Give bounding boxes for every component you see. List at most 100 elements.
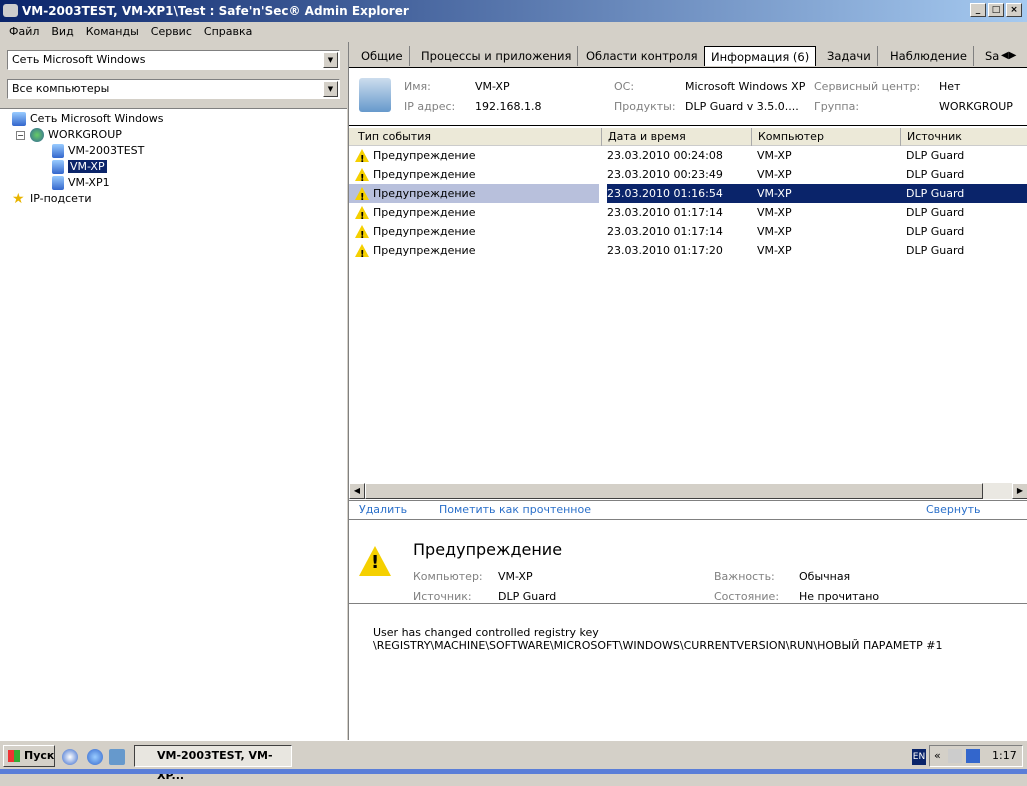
message-line: User has changed controlled registry key xyxy=(373,626,599,639)
cell-text: DLP Guard xyxy=(906,206,965,219)
cell-text: DLP Guard xyxy=(906,149,965,162)
table-cell: VM-XP xyxy=(757,165,792,184)
table-cell: VM-XP xyxy=(757,184,907,203)
computer-label: Компьютер: xyxy=(413,570,483,583)
menu-help[interactable]: Справка xyxy=(198,25,258,38)
language-indicator[interactable]: EN xyxy=(912,749,926,765)
scroll-right-button[interactable]: ▶ xyxy=(1012,483,1027,499)
action-bar: Удалить Пометить как прочтенное Свернуть xyxy=(349,500,1027,520)
table-row[interactable]: Предупреждение 23.03.2010 01:17:20 VM-XP DL… xyxy=(349,241,1027,264)
tree-node-computer[interactable]: VM-XP1 xyxy=(52,175,110,191)
menu-file[interactable]: Файл xyxy=(3,25,45,38)
delete-link[interactable]: Удалить xyxy=(359,501,407,519)
cell-text: Предупреждение xyxy=(373,149,476,162)
menu-commands[interactable]: Команды xyxy=(80,25,145,38)
clock[interactable]: 1:17 xyxy=(992,746,1017,766)
start-button[interactable]: Пуск xyxy=(3,745,55,767)
outlook-icon[interactable] xyxy=(109,749,125,765)
tab-general[interactable]: Общие xyxy=(355,46,410,66)
cell-text: 23.03.2010 01:17:14 xyxy=(607,206,723,219)
warning-icon xyxy=(355,243,369,264)
network-select[interactable]: Сеть Microsoft Windows ▼ xyxy=(7,50,340,70)
tree-node-network[interactable]: Сеть Microsoft Windows xyxy=(12,111,164,127)
table-cell: VM-XP xyxy=(757,146,792,165)
table-row[interactable]: Предупреждение 23.03.2010 01:17:14 VM-XP DL… xyxy=(349,222,1027,245)
horizontal-scrollbar[interactable]: ◀ ▶ xyxy=(349,483,1027,499)
close-button[interactable]: × xyxy=(1006,3,1022,17)
table-cell: VM-XP xyxy=(757,203,792,222)
table-row[interactable]: Предупреждение 23.03.2010 00:23:49 VM-XP DL… xyxy=(349,165,1027,188)
source-value: DLP Guard xyxy=(498,590,557,603)
menu-view[interactable]: Вид xyxy=(45,25,79,38)
app-tray-icon[interactable] xyxy=(948,749,962,763)
maximize-button[interactable]: □ xyxy=(988,3,1004,17)
column-header-source[interactable]: Источник xyxy=(900,128,962,146)
mark-read-link[interactable]: Пометить как прочтенное xyxy=(439,501,591,519)
internet-explorer-icon[interactable] xyxy=(87,749,103,765)
tree-label: WORKGROUP xyxy=(48,128,122,141)
warning-icon xyxy=(355,186,369,207)
tab-processes[interactable]: Процессы и приложения xyxy=(415,46,579,66)
state-label: Состояние: xyxy=(714,590,780,603)
tab-control-areas[interactable]: Области контроля xyxy=(580,46,705,66)
column-header-computer[interactable]: Компьютер xyxy=(751,128,824,146)
cell-text: DLP Guard xyxy=(906,187,965,200)
collapse-link[interactable]: Свернуть xyxy=(926,501,981,519)
cell-text: 23.03.2010 00:24:08 xyxy=(607,149,723,162)
app-icon xyxy=(3,4,18,17)
tree-node-computer-selected[interactable]: VM-XP xyxy=(52,159,107,175)
importance-value: Обычная xyxy=(799,570,851,583)
table-row[interactable]: Предупреждение 23.03.2010 00:24:08 VM-XP DL… xyxy=(349,146,1027,169)
table-cell: Предупреждение xyxy=(349,203,475,226)
group-value: WORKGROUP xyxy=(939,100,1013,113)
column-header-type[interactable]: Тип события xyxy=(349,128,431,146)
table-cell: Предупреждение xyxy=(349,165,475,188)
chevron-down-icon[interactable]: ▼ xyxy=(323,52,338,68)
table-row[interactable]: Предупреждение 23.03.2010 01:16:54 VM-XP DL… xyxy=(349,184,1027,207)
network-tray-icon[interactable] xyxy=(966,749,980,763)
computer-filter-select[interactable]: Все компьютеры ▼ xyxy=(7,79,340,99)
taskbar-window-item[interactable]: VM-2003TEST, VM-XP... xyxy=(134,745,292,782)
menu-service[interactable]: Сервис xyxy=(145,25,198,38)
table-cell: VM-XP xyxy=(757,222,792,241)
computer-filter-value: Все компьютеры xyxy=(12,82,110,95)
tab-information[interactable]: Информация (6) xyxy=(704,46,817,66)
scroll-left-button[interactable]: ◀ xyxy=(349,483,365,499)
cell-text: 23.03.2010 01:17:20 xyxy=(607,244,723,257)
tray-expand-button[interactable]: « xyxy=(934,746,941,766)
computer-icon xyxy=(52,160,64,174)
table-cell: Предупреждение xyxy=(349,241,476,264)
warning-icon xyxy=(355,224,369,245)
tree-node-subnets[interactable]: ★ IP-подсети xyxy=(12,191,92,207)
tab-scroll-arrows[interactable]: ◀▶ xyxy=(1001,50,1016,61)
table-cell: 23.03.2010 01:17:14 xyxy=(607,203,723,222)
tab-tasks[interactable]: Задачи xyxy=(821,46,878,66)
tree-node-workgroup[interactable]: − WORKGROUP xyxy=(16,127,122,143)
tree-node-computer[interactable]: VM-2003TEST xyxy=(52,143,144,159)
service-center-label: Сервисный центр: xyxy=(814,80,921,93)
media-player-icon[interactable] xyxy=(62,749,78,765)
chevron-down-icon[interactable]: ▼ xyxy=(323,81,338,97)
event-title: Предупреждение xyxy=(413,540,563,559)
products-label: Продукты: xyxy=(614,100,676,113)
window-title: VM-2003TEST, VM-XP1\Test : Safe'n'Sec® A… xyxy=(22,4,409,18)
cell-text: VM-XP xyxy=(757,187,792,200)
collapse-icon[interactable]: − xyxy=(16,131,25,140)
cell-text: 23.03.2010 01:17:14 xyxy=(607,225,723,238)
scroll-thumb[interactable] xyxy=(365,483,983,499)
cell-text: Предупреждение xyxy=(373,244,476,257)
warning-icon xyxy=(355,205,369,226)
name-value: VM-XP xyxy=(475,80,510,93)
network-select-value: Сеть Microsoft Windows xyxy=(12,53,146,66)
table-cell: 23.03.2010 01:17:14 xyxy=(607,222,723,241)
network-tree: Сеть Microsoft Windows − WORKGROUP VM-200… xyxy=(0,108,347,740)
column-header-datetime[interactable]: Дата и время xyxy=(601,128,686,146)
tab-monitoring[interactable]: Наблюдение xyxy=(884,46,974,66)
cell-text: VM-XP xyxy=(757,206,792,219)
system-tray: « 1:17 xyxy=(929,745,1023,767)
desktop-edge xyxy=(0,769,1027,774)
table-row[interactable]: Предупреждение 23.03.2010 01:17:14 VM-XP DL… xyxy=(349,203,1027,226)
minimize-button[interactable]: _ xyxy=(970,3,986,17)
tree-label: VM-XP xyxy=(68,160,107,173)
event-message: User has changed controlled registry key… xyxy=(373,626,942,652)
